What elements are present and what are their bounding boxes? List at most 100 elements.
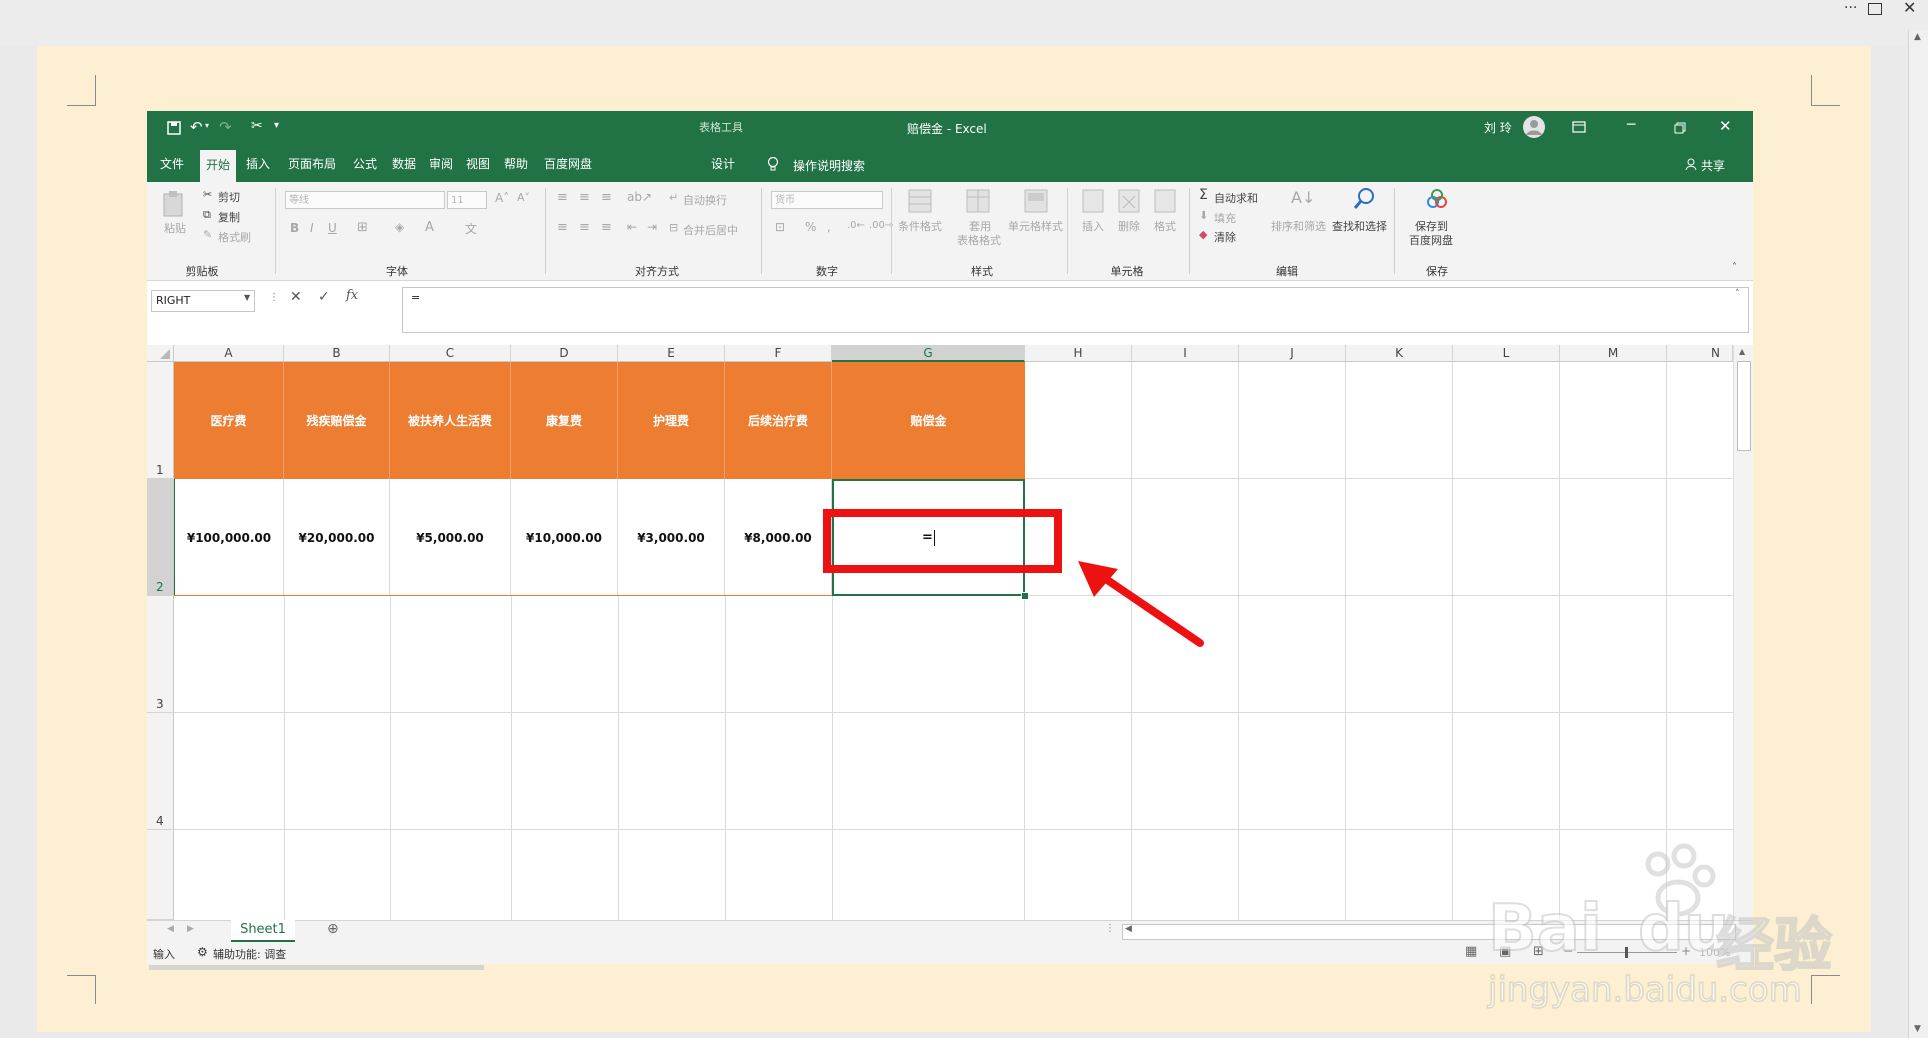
table-header-cell[interactable]: 医疗费 — [174, 362, 284, 479]
restore-icon[interactable] — [1674, 122, 1686, 134]
minimize-icon[interactable]: ─ — [1627, 117, 1635, 133]
copy-icon[interactable]: ⧉ — [203, 208, 211, 222]
column-header[interactable]: F — [725, 345, 832, 362]
row-header-selected[interactable]: 2 — [147, 479, 174, 596]
borders-icon[interactable]: ⊞ — [357, 220, 368, 235]
font-size-select[interactable]: 11 — [447, 191, 487, 209]
increase-font-icon[interactable]: A˄ — [495, 191, 509, 205]
fill-handle[interactable] — [1021, 592, 1029, 600]
comma-style-icon[interactable]: , — [827, 220, 831, 234]
customize-qat-icon[interactable]: ▾ — [274, 120, 279, 131]
tab-review[interactable]: 审阅 — [424, 146, 458, 182]
collapse-ribbon-icon[interactable]: ˄ — [1732, 262, 1737, 273]
tab-data[interactable]: 数据 — [387, 146, 421, 182]
table-cell[interactable]: ¥3,000.00 — [618, 479, 725, 596]
column-header[interactable]: J — [1239, 345, 1346, 362]
next-sheet-icon[interactable]: ▶ — [187, 924, 194, 934]
table-header-cell[interactable]: 后续治疗费 — [725, 362, 832, 479]
insert-cells-button[interactable]: 插入 — [1082, 218, 1104, 234]
undo-dropdown-icon[interactable]: ▾ — [205, 121, 209, 130]
sort-filter-button[interactable]: 排序和筛选 — [1271, 218, 1326, 234]
cut-icon[interactable]: ✂ — [203, 188, 212, 201]
accessibility-status[interactable]: 辅助功能: 调查 — [213, 946, 286, 962]
insert-cells-icon[interactable] — [1081, 188, 1105, 214]
close-icon[interactable]: ✕ — [1903, 0, 1916, 17]
scroll-left-icon[interactable]: ◀ — [1125, 924, 1132, 934]
fill-color-icon[interactable]: ◈ — [395, 220, 404, 234]
cell-styles-icon[interactable] — [1023, 188, 1049, 214]
phonetic-icon[interactable]: 文 — [465, 220, 477, 237]
cancel-entry-icon[interactable]: ✕ — [290, 289, 302, 305]
cut-icon[interactable]: ✂ — [251, 118, 263, 134]
percent-icon[interactable]: % — [805, 220, 816, 234]
column-header[interactable]: I — [1132, 345, 1239, 362]
align-top-icon[interactable]: ≡ — [557, 190, 568, 205]
tab-design[interactable]: 设计 — [703, 146, 743, 182]
column-header[interactable]: N — [1667, 345, 1733, 362]
format-painter-button[interactable]: 格式刷 — [218, 229, 251, 245]
select-all-button[interactable] — [147, 345, 174, 362]
column-header[interactable]: H — [1025, 345, 1132, 362]
find-select-button[interactable]: 查找和选择 — [1332, 218, 1387, 234]
save-to-netdisk-line2[interactable]: 百度网盘 — [1409, 232, 1453, 248]
italic-icon[interactable]: I — [310, 221, 314, 235]
align-left-icon[interactable]: ≡ — [557, 220, 568, 235]
table-header-cell[interactable]: 护理费 — [618, 362, 725, 479]
table-cell[interactable]: ¥20,000.00 — [284, 479, 390, 596]
align-center-icon[interactable]: ≡ — [579, 220, 590, 235]
wrap-text-button[interactable]: 自动换行 — [683, 192, 727, 208]
decrease-indent-icon[interactable]: ⇤ — [627, 220, 637, 234]
column-header[interactable]: A — [174, 345, 284, 362]
fill-icon[interactable]: ⬇ — [1199, 209, 1208, 222]
align-bottom-icon[interactable]: ≡ — [601, 190, 612, 205]
confirm-entry-icon[interactable]: ✓ — [318, 289, 330, 305]
decrease-font-icon[interactable]: A˅ — [517, 191, 530, 204]
insert-function-button[interactable]: fx — [346, 288, 358, 303]
table-header-cell[interactable]: 康复费 — [511, 362, 618, 479]
wrap-text-icon[interactable]: ↵ — [669, 191, 678, 204]
format-as-table-line2[interactable]: 表格格式 — [957, 232, 1001, 248]
avatar[interactable] — [1522, 115, 1546, 139]
column-header[interactable]: E — [618, 345, 725, 362]
clear-button[interactable]: 清除 — [1214, 229, 1236, 245]
cut-button[interactable]: 剪切 — [218, 189, 240, 205]
pin-icon[interactable] — [1868, 3, 1882, 15]
cell-styles-button[interactable]: 单元格样式 — [1008, 218, 1063, 234]
sort-filter-icon[interactable]: A↓ — [1291, 188, 1315, 207]
baidu-netdisk-icon[interactable] — [1425, 188, 1449, 212]
decrease-decimal-icon[interactable]: .00→ — [869, 220, 893, 231]
autosum-icon[interactable]: Σ — [1199, 187, 1208, 203]
table-cell[interactable]: ¥10,000.00 — [511, 479, 618, 596]
ribbon-display-options-icon[interactable] — [1572, 121, 1586, 133]
sheet-vertical-scrollbar[interactable]: ▲ — [1733, 345, 1753, 920]
ellipsis-icon[interactable]: ··· — [1844, 0, 1857, 16]
tab-file[interactable]: 文件 — [155, 146, 189, 182]
scroll-down-icon[interactable]: ▼ — [1914, 1024, 1921, 1034]
align-right-icon[interactable]: ≡ — [601, 220, 612, 235]
conditional-formatting-icon[interactable] — [907, 188, 933, 214]
delete-cells-icon[interactable] — [1117, 188, 1141, 214]
align-middle-icon[interactable]: ≡ — [579, 190, 590, 205]
column-header[interactable]: D — [511, 345, 618, 362]
copy-button[interactable]: 复制 — [218, 209, 240, 225]
prev-sheet-icon[interactable]: ◀ — [167, 924, 174, 934]
delete-cells-button[interactable]: 删除 — [1118, 218, 1140, 234]
column-header-selected[interactable]: G — [832, 345, 1025, 362]
row-header[interactable]: 4 — [147, 713, 174, 830]
tab-formulas[interactable]: 公式 — [348, 146, 382, 182]
paste-icon[interactable] — [162, 190, 186, 218]
fill-button[interactable]: 填充 — [1214, 210, 1236, 226]
tab-help[interactable]: 帮助 — [499, 146, 533, 182]
share-button[interactable]: 共享 — [1701, 157, 1725, 174]
formula-input[interactable]: = — [402, 287, 1749, 333]
table-header-cell[interactable]: 被扶养人生活费 — [390, 362, 511, 479]
table-cell[interactable]: ¥5,000.00 — [390, 479, 511, 596]
expand-formula-bar-icon[interactable]: ˄ — [1735, 289, 1740, 299]
undo-icon[interactable]: ↶ — [190, 118, 203, 136]
worksheet-grid[interactable]: A B C D E F G H I J K L M N 1 2 3 4 医疗费 … — [147, 345, 1733, 920]
close-window-icon[interactable]: ✕ — [1719, 117, 1732, 135]
row-header[interactable]: 1 — [147, 362, 174, 479]
tab-page-layout[interactable]: 页面布局 — [282, 146, 342, 182]
column-header[interactable]: K — [1346, 345, 1453, 362]
number-format-select[interactable]: 货币 — [771, 191, 883, 209]
